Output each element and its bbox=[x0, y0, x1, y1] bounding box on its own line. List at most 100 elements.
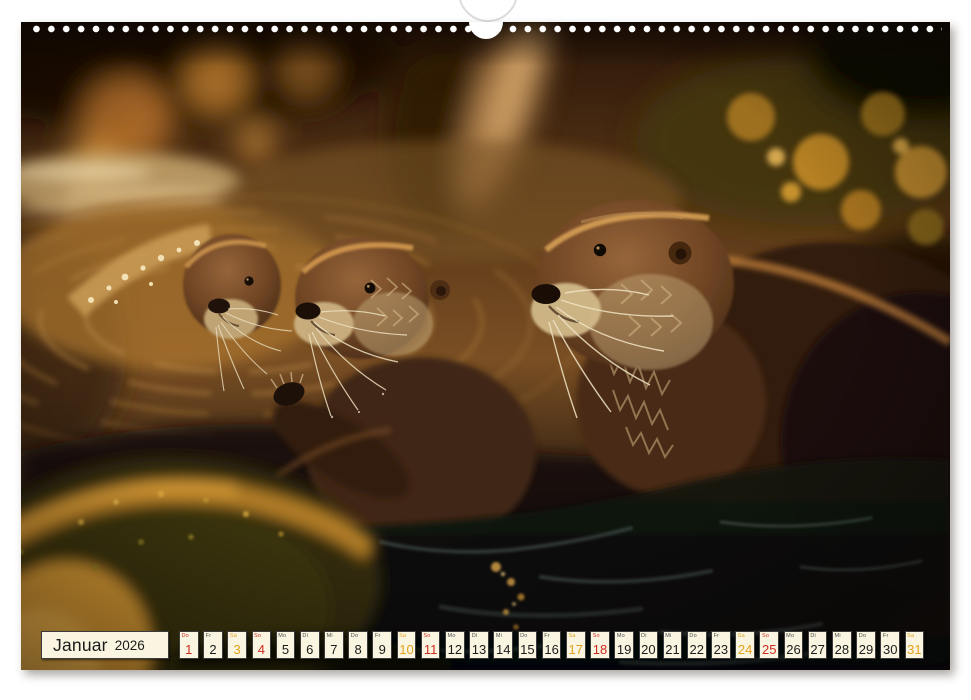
day-weekday-label: Sa bbox=[738, 633, 745, 639]
day-number: 22 bbox=[688, 643, 706, 656]
day-cell: Fr 23 bbox=[711, 631, 731, 659]
calendar-sheet: Januar 2026 Do1Fr2Sa3So4Mo5Di6Mi7Do8Fr9S… bbox=[21, 22, 950, 670]
day-weekday-label: Mo bbox=[617, 633, 625, 639]
otter-photo bbox=[21, 22, 950, 670]
day-number: 19 bbox=[615, 643, 633, 656]
day-cell: Fr30 bbox=[880, 631, 900, 659]
day-weekday-label: Di bbox=[641, 633, 647, 639]
day-number: 29 bbox=[857, 643, 875, 656]
calendar-page: Januar 2026 Do1Fr2Sa3So4Mo5Di6Mi7Do8Fr9S… bbox=[0, 0, 971, 700]
day-weekday-label: Do bbox=[689, 633, 696, 639]
day-cell: Mo 12 bbox=[445, 631, 465, 659]
day-cell: Sa 3 bbox=[227, 631, 247, 659]
day-cell: Sa 17 bbox=[566, 631, 586, 659]
day-cell: Sa31 bbox=[905, 631, 925, 659]
day-weekday-label: Do bbox=[859, 633, 866, 639]
day-weekday-label: Fr bbox=[883, 633, 889, 639]
day-number: 26 bbox=[785, 643, 803, 656]
day-weekday-label: Fr bbox=[206, 633, 212, 639]
day-cell: So 25 bbox=[759, 631, 779, 659]
day-cell: Do 22 bbox=[687, 631, 707, 659]
day-weekday-label: So bbox=[254, 633, 261, 639]
day-number: 13 bbox=[470, 643, 488, 656]
day-cell: Mi 14 bbox=[493, 631, 513, 659]
day-weekday-label: Mo bbox=[786, 633, 794, 639]
day-weekday-label: Do bbox=[181, 633, 188, 639]
day-cell: Do 15 bbox=[518, 631, 538, 659]
day-number: 24 bbox=[736, 643, 754, 656]
day-cell: Mi 28 bbox=[832, 631, 852, 659]
day-number: 4 bbox=[253, 643, 271, 656]
day-number: 7 bbox=[325, 643, 343, 656]
day-cell: Do 29 bbox=[856, 631, 876, 659]
day-number: 8 bbox=[349, 643, 367, 656]
day-cell: Di 20 bbox=[639, 631, 659, 659]
day-number: 20 bbox=[640, 643, 658, 656]
day-weekday-label: So bbox=[593, 633, 600, 639]
day-number: 28 bbox=[833, 643, 851, 656]
day-cell: So 4 bbox=[252, 631, 272, 659]
day-weekday-label: Mo bbox=[448, 633, 456, 639]
day-cells: Do 1 Fr 2 Sa 3 So 4 Mo5 Di 6 Mi 7 Do 8 Fr 9 Sa 10 So 11 Mo 12 D… bbox=[179, 631, 924, 659]
day-weekday-label: Sa bbox=[230, 633, 237, 639]
month-year-box: Januar 2026 bbox=[41, 631, 169, 659]
calendar-strip: Januar 2026 Do1Fr2Sa3So4Mo5Di6Mi7Do8Fr9S… bbox=[41, 631, 924, 659]
day-weekday-label: Do bbox=[520, 633, 527, 639]
day-number: 6 bbox=[301, 643, 319, 656]
day-weekday-label: Fr bbox=[375, 633, 381, 639]
day-number: 1 bbox=[180, 643, 198, 656]
day-number: 17 bbox=[567, 643, 585, 656]
day-cell: Di 13 bbox=[469, 631, 489, 659]
day-weekday-label: Di bbox=[472, 633, 478, 639]
day-cell: Sa 24 bbox=[735, 631, 755, 659]
day-weekday-label: Sa bbox=[399, 633, 406, 639]
day-weekday-label: Fr bbox=[714, 633, 720, 639]
day-weekday-label: So bbox=[762, 633, 769, 639]
day-cell: Sa 10 bbox=[397, 631, 417, 659]
day-weekday-label: Mi bbox=[496, 633, 502, 639]
day-cell: So 11 bbox=[421, 631, 441, 659]
day-cell: Do 1 bbox=[179, 631, 199, 659]
day-number: 23 bbox=[712, 643, 730, 656]
day-cell: Di 27 bbox=[808, 631, 828, 659]
day-number: 16 bbox=[543, 643, 561, 656]
day-weekday-label: Mo bbox=[278, 633, 286, 639]
day-number: 12 bbox=[446, 643, 464, 656]
month-label: Januar bbox=[53, 635, 108, 656]
day-weekday-label: Di bbox=[810, 633, 816, 639]
day-cell: Fr 16 bbox=[542, 631, 562, 659]
day-number: 14 bbox=[494, 643, 512, 656]
day-number: 27 bbox=[809, 643, 827, 656]
day-cell: Fr 2 bbox=[203, 631, 223, 659]
day-cell: Fr 9 bbox=[372, 631, 392, 659]
day-cell: Mi 7 bbox=[324, 631, 344, 659]
day-weekday-label: Sa bbox=[568, 633, 575, 639]
day-weekday-label: Mi bbox=[835, 633, 841, 639]
day-cell: Mo5 bbox=[276, 631, 296, 659]
day-weekday-label: Mi bbox=[665, 633, 671, 639]
day-cell: Di 6 bbox=[300, 631, 320, 659]
day-number: 18 bbox=[591, 643, 609, 656]
day-weekday-label: Fr bbox=[544, 633, 550, 639]
day-number: 2 bbox=[204, 643, 222, 656]
day-cell: So 18 bbox=[590, 631, 610, 659]
day-weekday-label: Mi bbox=[327, 633, 333, 639]
day-number: 21 bbox=[664, 643, 682, 656]
day-number: 10 bbox=[398, 643, 416, 656]
day-weekday-label: So bbox=[423, 633, 430, 639]
day-cell: Do 8 bbox=[348, 631, 368, 659]
day-cell: Mo 19 bbox=[614, 631, 634, 659]
hanger-ring bbox=[458, 0, 518, 22]
day-number: 25 bbox=[760, 643, 778, 656]
day-weekday-label: Do bbox=[351, 633, 358, 639]
day-weekday-label: Di bbox=[302, 633, 308, 639]
year-label: 2026 bbox=[115, 638, 145, 653]
day-number: 9 bbox=[373, 643, 391, 656]
day-number: 11 bbox=[422, 643, 440, 656]
vignette bbox=[21, 22, 950, 670]
day-cell: Mi 21 bbox=[663, 631, 683, 659]
day-number: 31 bbox=[906, 643, 924, 656]
day-number: 15 bbox=[519, 643, 537, 656]
day-number: 3 bbox=[228, 643, 246, 656]
day-cell: Mo 26 bbox=[784, 631, 804, 659]
